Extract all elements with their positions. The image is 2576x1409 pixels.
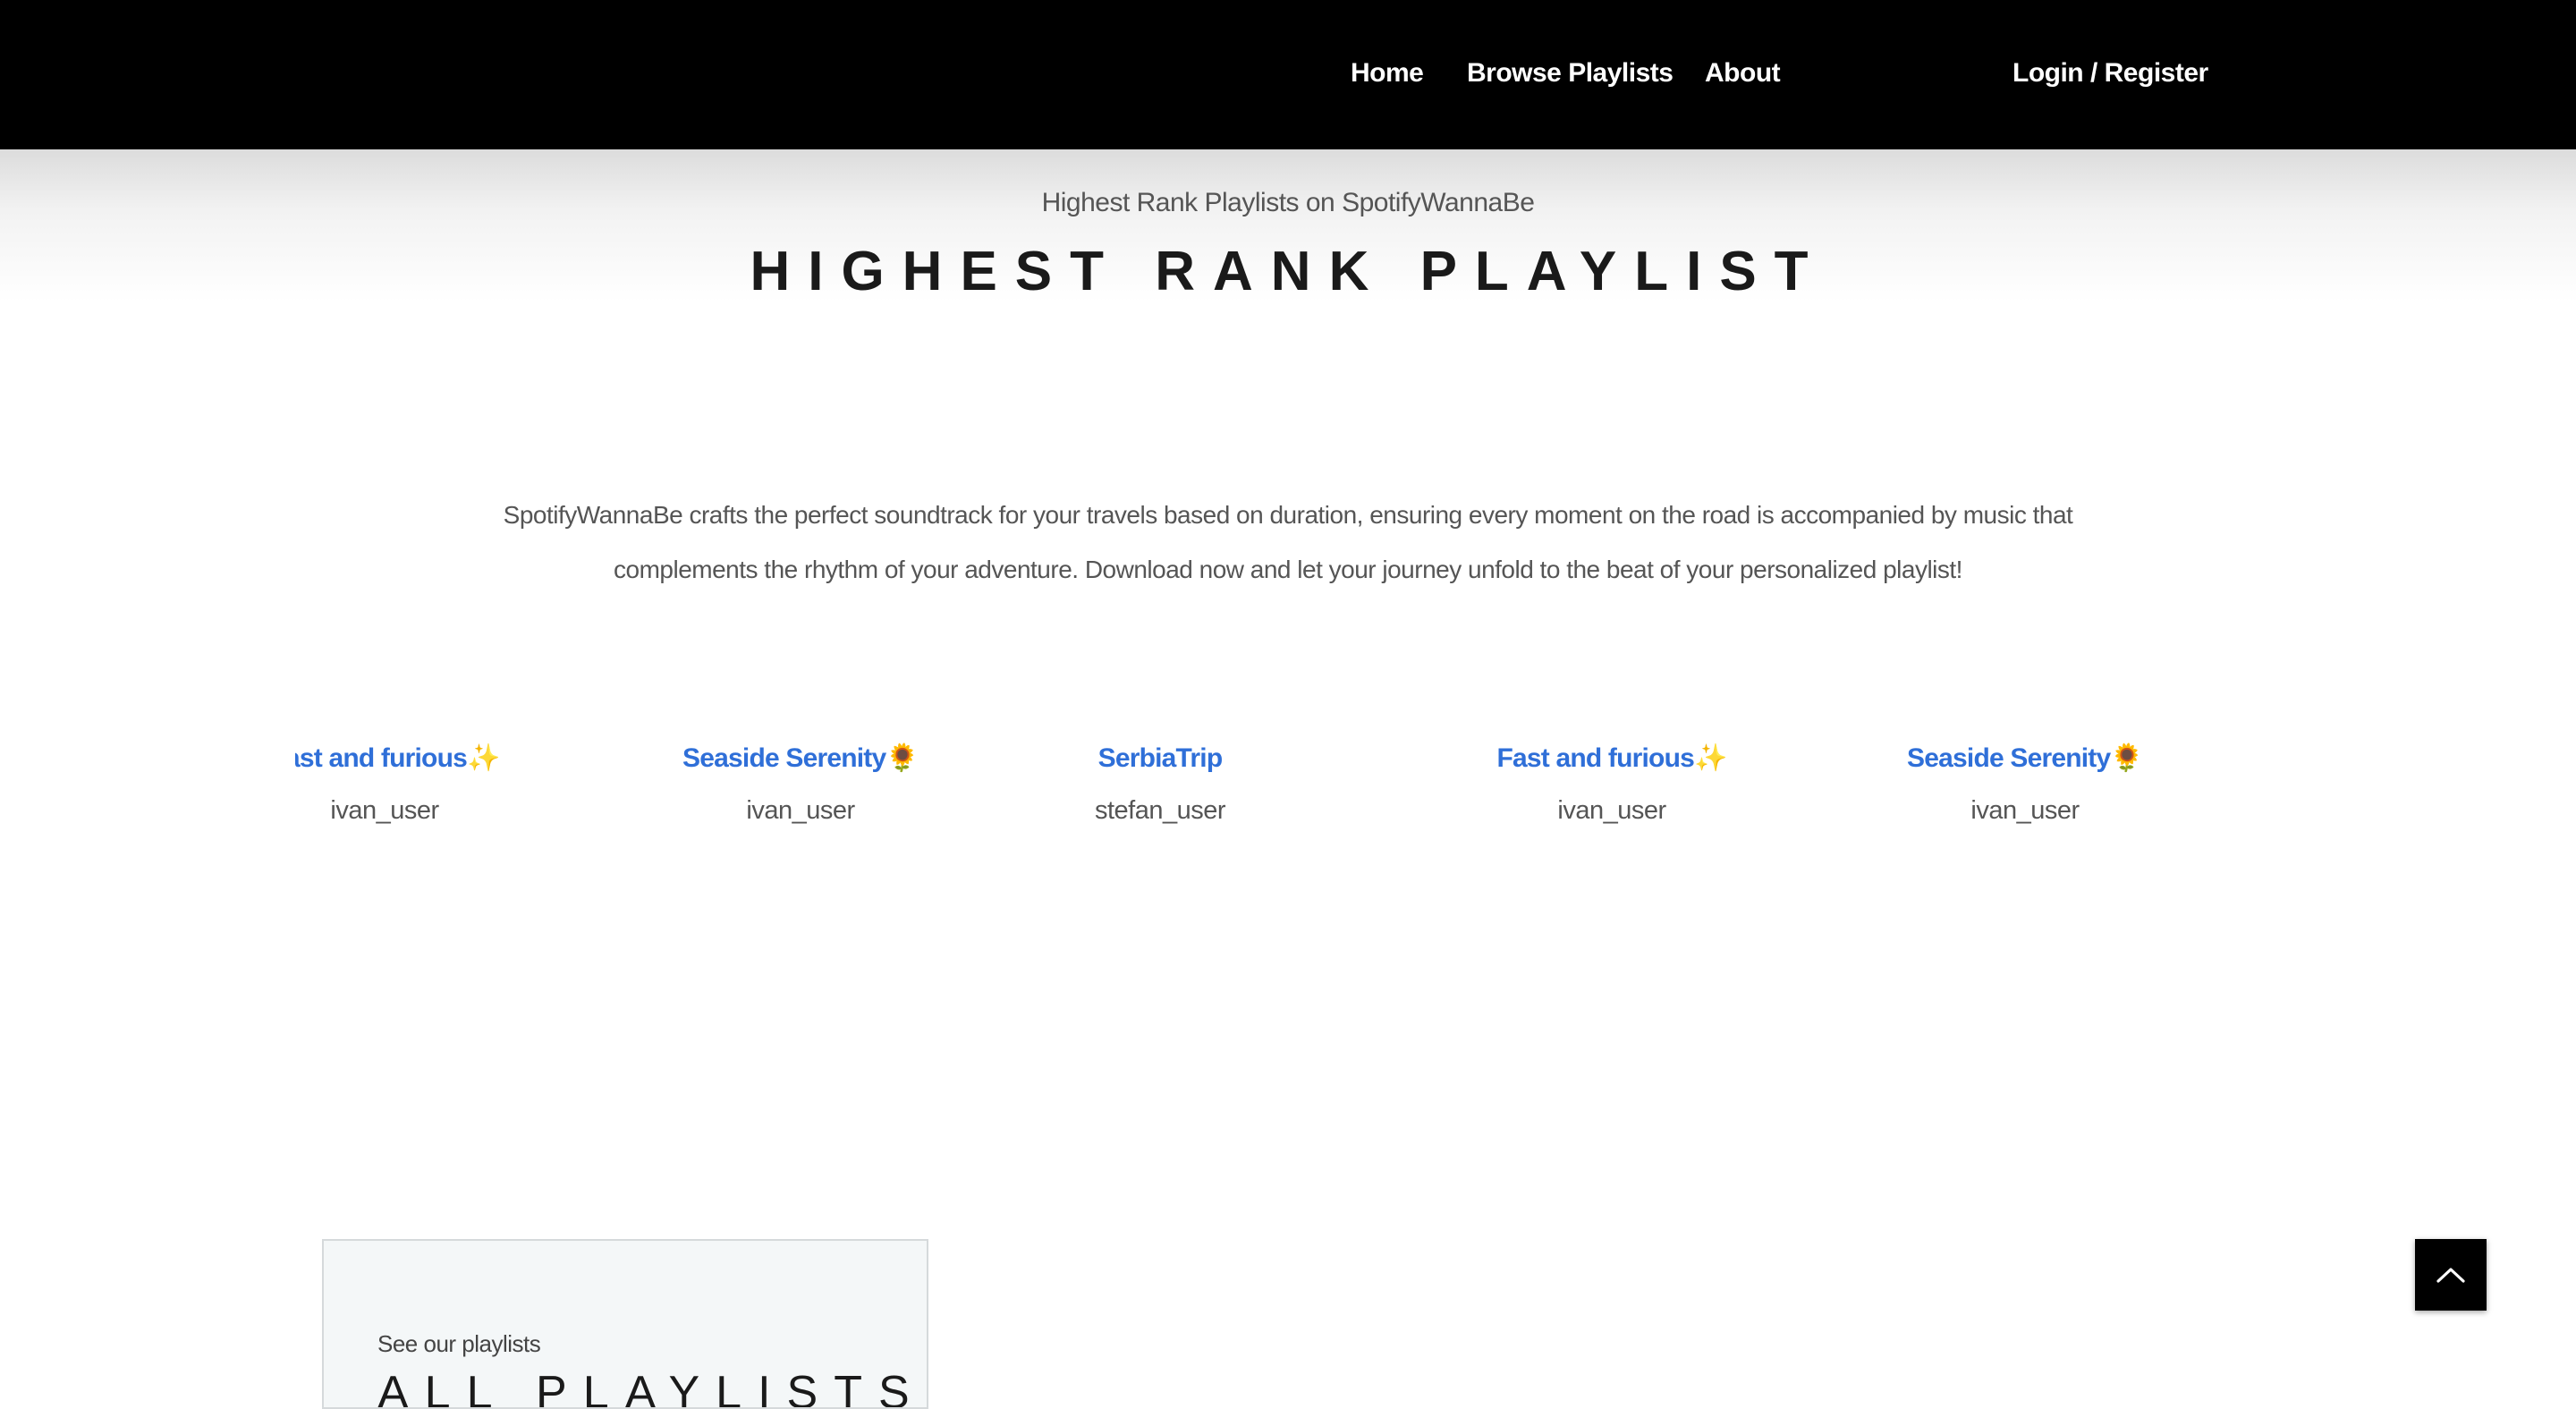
playlist-card-user: ivan_user [1557,796,1666,825]
chevron-up-icon [2436,1268,2465,1283]
hero-subtitle: Highest Rank Playlists on SpotifyWannaBe [1041,188,1535,217]
all-playlists-panel: See our playlists ALL PLAYLISTS [322,1239,928,1409]
playlist-card-title[interactable]: Fast and furious✨ [295,734,581,784]
playlist-card[interactable]: SerbiaTrip stefan_user [963,734,1357,850]
playlist-card-user: ivan_user [1970,796,2080,825]
nav-browse-playlists-link[interactable]: Browse Playlists [1467,54,1674,93]
nav-about-link[interactable]: About [1705,54,1781,93]
playlist-card-user: stefan_user [1094,796,1226,825]
login-register-link[interactable]: Login / Register [2012,54,2208,93]
all-playlists-subtitle: See our playlists [377,1330,541,1357]
playlist-card-title[interactable]: Seaside Serenity🌻 [604,734,997,784]
top-navbar: Home Browse Playlists About Login / Regi… [0,0,2576,149]
sunflower-icon: 🌻 [2110,743,2143,773]
scroll-to-top-button[interactable] [2415,1239,2487,1311]
hero-title: HIGHEST RANK PLAYLIST [750,241,1826,302]
sparkles-icon: ✨ [467,743,500,773]
playlist-card[interactable]: Fast and furious✨ ivan_user [1415,734,1809,850]
playlist-card[interactable]: Fast and furious✨ ivan_user [295,734,581,850]
playlist-card-user: ivan_user [746,796,855,825]
playlist-card-title[interactable]: Seaside Serenity🌻 [1828,734,2222,784]
playlist-card[interactable]: Seaside Serenity🌻 ivan_user [604,734,997,850]
playlist-card-title[interactable]: Fast and furious✨ [1415,734,1809,784]
playlist-card-title[interactable]: SerbiaTrip [963,734,1357,784]
playlist-card[interactable]: Seaside Serenity🌻 ivan_user [1828,734,2222,850]
all-playlists-title: ALL PLAYLISTS [377,1367,926,1409]
sparkles-icon: ✨ [1694,743,1727,773]
description-text: SpotifyWannaBe crafts the perfect soundt… [503,501,2073,583]
playlist-carousel[interactable]: Fast and furious✨ ivan_user Seaside Sere… [295,734,2281,850]
playlist-card-user: ivan_user [330,796,439,825]
sunflower-icon: 🌻 [886,743,919,773]
nav-home-link[interactable]: Home [1351,54,1424,93]
